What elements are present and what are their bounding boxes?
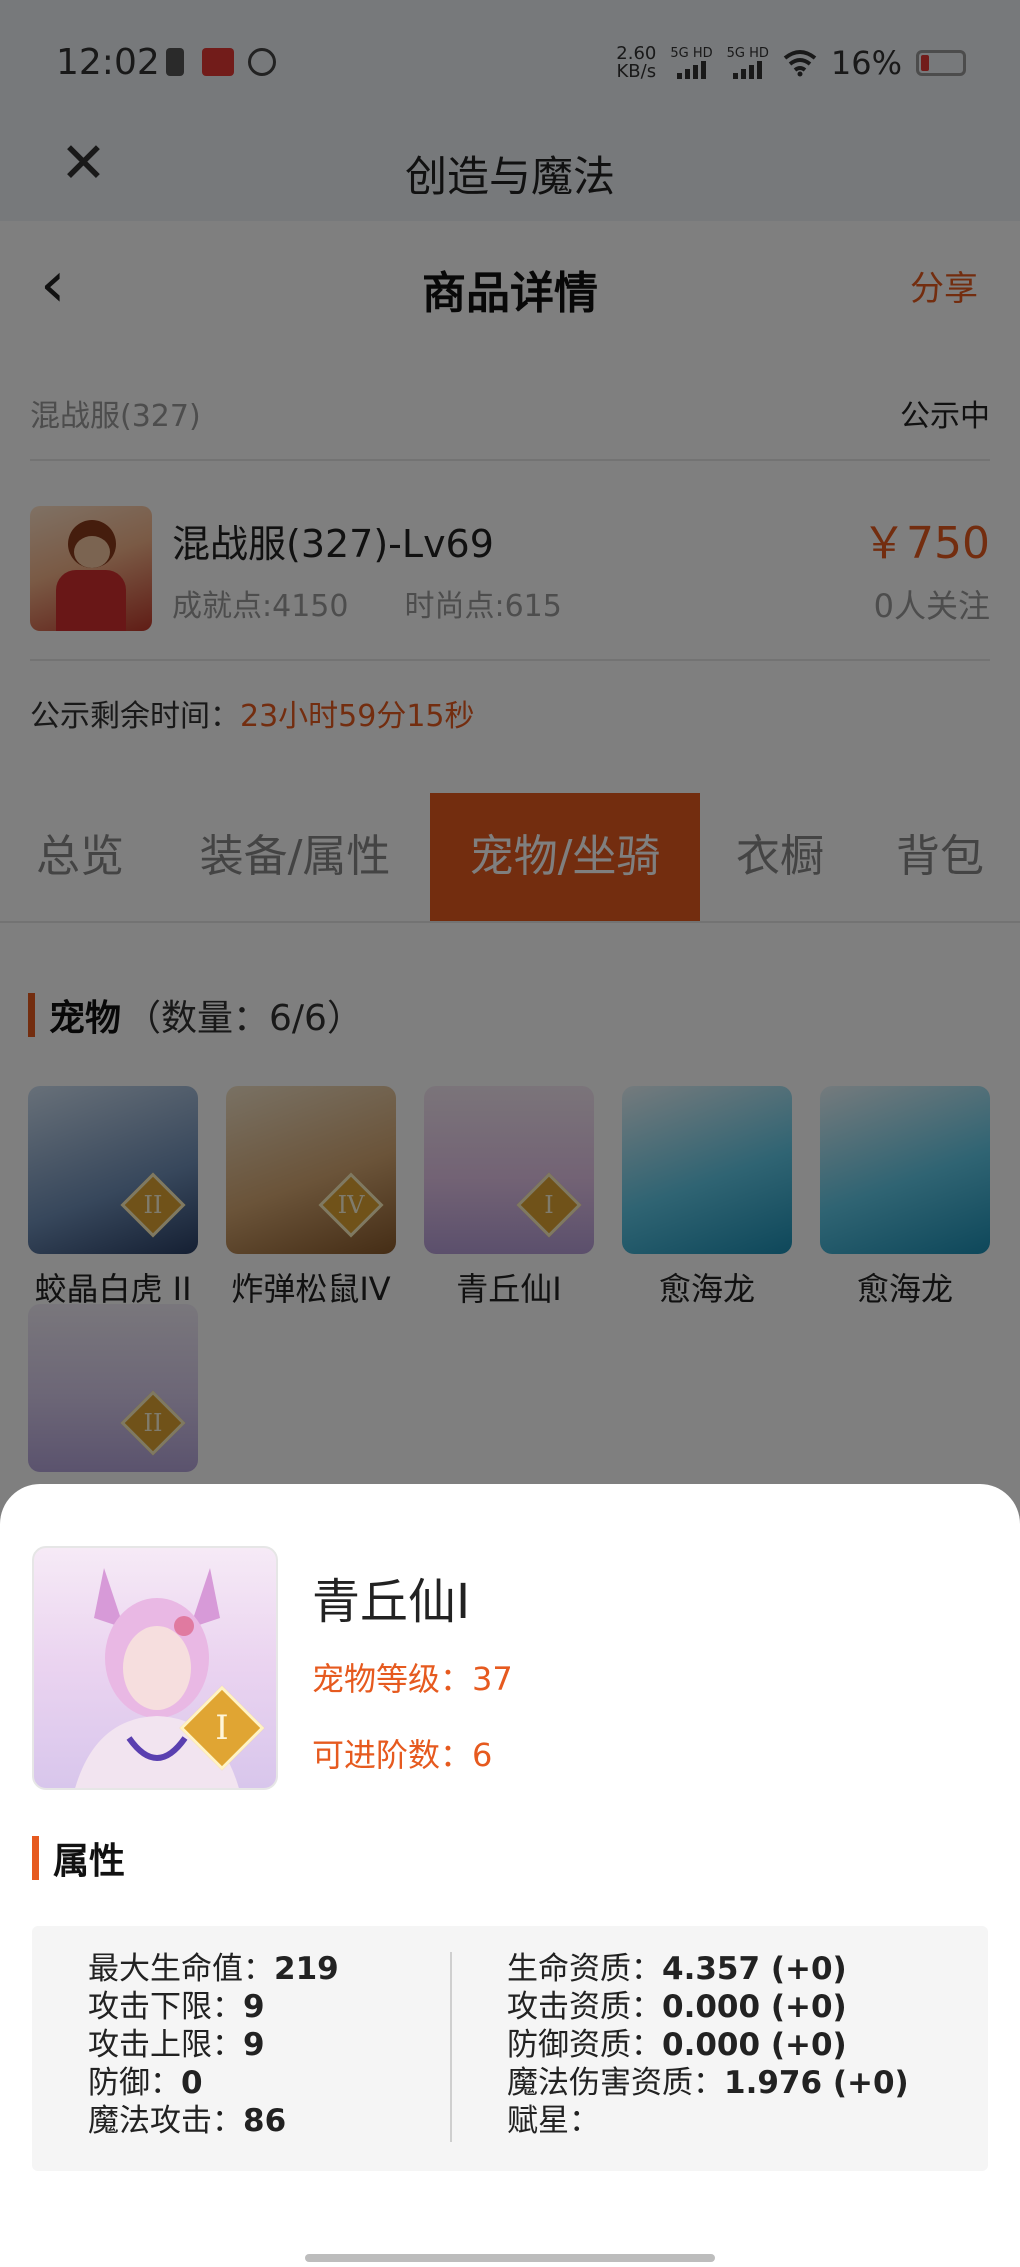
home-indicator[interactable] <box>305 2254 715 2262</box>
attr-row: 攻击上限：9 <box>88 2027 265 2063</box>
aptitude-attributes: 生命资质：4.357 (+0) 攻击资质：0.000 (+0) 防御资质：0.0… <box>507 1950 909 2140</box>
attributes-panel: 最大生命值：219 攻击下限：9 攻击上限：9 防御：0 魔法攻击：86 生命资… <box>32 1926 988 2171</box>
divider <box>450 1952 452 2142</box>
attr-row: 防御资质：0.000 (+0) <box>507 2027 847 2063</box>
attributes-title: 属性 <box>32 1832 125 1884</box>
base-attributes: 最大生命值：219 攻击下限：9 攻击上限：9 防御：0 魔法攻击：86 <box>88 1950 339 2140</box>
pet-level: 宠物等级：37 <box>312 1660 513 1698</box>
section-marker <box>32 1836 39 1880</box>
attr-row: 魔法攻击：86 <box>88 2103 287 2139</box>
attr-row: 赋星： <box>507 2103 600 2139</box>
attr-row: 防御：0 <box>88 2065 203 2101</box>
pet-detail-sheet: I 青丘仙I 宠物等级：37 可进阶数：6 属性 最大生命值：219 攻击下限：… <box>0 1484 1020 2267</box>
attr-row: 最大生命值：219 <box>88 1951 339 1987</box>
attr-row: 魔法伤害资质：1.976 (+0) <box>507 2065 909 2101</box>
attr-row: 生命资质：4.357 (+0) <box>507 1951 847 1987</box>
advance-count: 可进阶数：6 <box>312 1736 493 1774</box>
section-title: 属性 <box>53 1841 126 1882</box>
fox-fairy-pet-image: I <box>32 1546 278 1790</box>
attr-row: 攻击资质：0.000 (+0) <box>507 1989 847 2025</box>
pet-name: 青丘仙I <box>312 1574 471 1630</box>
attr-row: 攻击下限：9 <box>88 1989 265 2025</box>
